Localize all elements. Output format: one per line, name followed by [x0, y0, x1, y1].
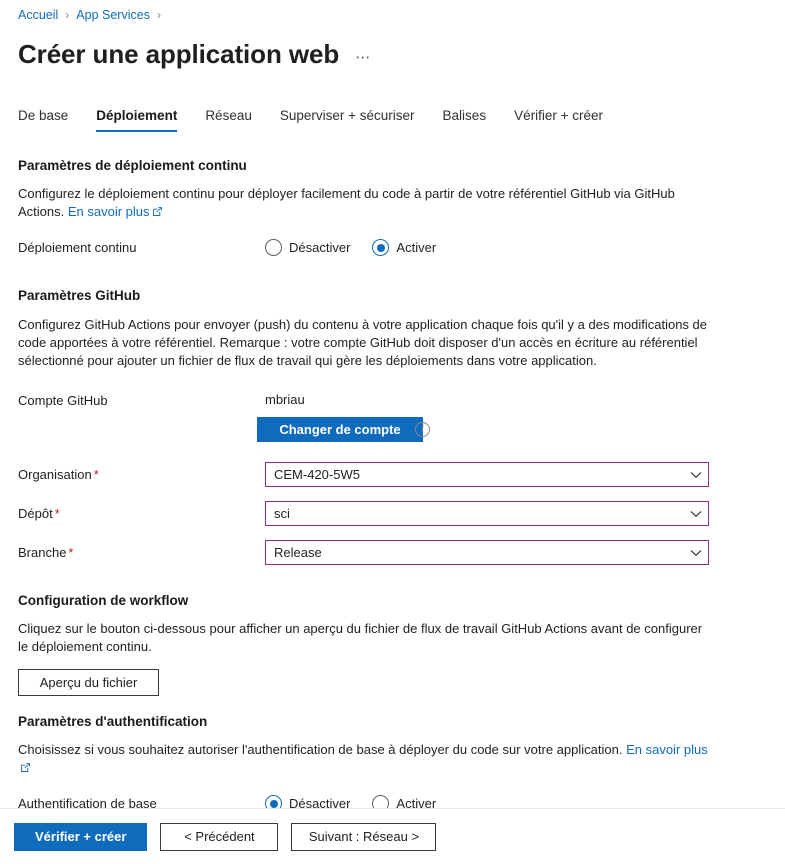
github-settings-description: Configurez GitHub Actions pour envoyer (… [18, 317, 707, 368]
description-text: Choisissez si vous souhaitez autoriser l… [18, 742, 623, 757]
next-button[interactable]: Suivant : Réseau > [291, 822, 437, 851]
depot-value: sci [274, 506, 290, 521]
radio-label: Activer [396, 240, 437, 255]
radio-cd-enable[interactable]: Activer [372, 239, 436, 256]
tab-bar: De base Déploiement Réseau Superviser + … [0, 98, 785, 132]
continuous-deployment-label: Déploiement continu [18, 240, 137, 255]
tab-label: Balises [442, 108, 487, 123]
label-text: Dépôt [18, 506, 53, 521]
github-account-row: Compte GitHub mbriau Changer de compte i [18, 392, 767, 442]
section-heading: Paramètres d'authentification [18, 714, 208, 729]
external-link-icon [152, 207, 162, 216]
required-marker: * [93, 467, 99, 482]
review-create-button[interactable]: Vérifier + créer [14, 822, 148, 851]
depot-row: Dépôt * sci [18, 501, 767, 526]
organisation-dropdown[interactable]: CEM-420-5W5 [265, 462, 709, 487]
breadcrumb-item-app-services[interactable]: App Services [76, 8, 150, 22]
tab-reseau[interactable]: Réseau [191, 108, 266, 132]
authentication-description: Choisissez si vous souhaitez autoriser l… [18, 741, 713, 777]
continuous-deployment-radio-group: Désactiver Activer [265, 239, 767, 256]
branche-field: Release [265, 540, 767, 565]
radio-mark-icon [265, 239, 282, 256]
tab-label: De base [18, 108, 69, 123]
workflow-section: Configuration de workflow Cliquez sur le… [18, 593, 767, 696]
breadcrumb-separator-icon: › [156, 8, 161, 22]
tab-label: Déploiement [96, 108, 178, 123]
radio-label: Désactiver [289, 240, 351, 255]
organisation-value: CEM-420-5W5 [274, 467, 360, 482]
section-heading: Configuration de workflow [18, 593, 189, 608]
radio-cd-disable[interactable]: Désactiver [265, 239, 350, 256]
continuous-deployment-section: Paramètres de déploiement continu Config… [18, 158, 767, 256]
github-settings-section: Paramètres GitHub Configurez GitHub Acti… [18, 288, 767, 565]
continuous-deployment-field: Désactiver Activer [265, 239, 767, 256]
continuous-deployment-description: Configurez le déploiement continu pour d… [18, 185, 713, 221]
page-title: Créer une application web [18, 39, 340, 69]
continuous-deployment-row: Déploiement continu Désactiver Activer [18, 239, 767, 256]
learn-more-link[interactable]: En savoir plus [626, 742, 708, 757]
tab-label: Réseau [205, 108, 252, 123]
tab-balises[interactable]: Balises [429, 108, 501, 132]
github-account-value: mbriau [265, 392, 305, 407]
organisation-label: Organisation * [18, 467, 265, 482]
authentication-section: Paramètres d'authentification Choisissez… [18, 714, 767, 812]
branche-label: Branche * [18, 545, 265, 560]
tab-superviser-securiser[interactable]: Superviser + sécuriser [266, 108, 429, 132]
external-link-icon [21, 763, 30, 772]
info-icon[interactable]: i [415, 422, 430, 437]
tab-verifier-creer[interactable]: Vérifier + créer [500, 108, 617, 132]
branche-dropdown[interactable]: Release [265, 540, 709, 565]
page-title-row: Créer une application web ⋯ [0, 24, 785, 74]
change-account-button[interactable]: Changer de compte [257, 417, 423, 442]
footer-action-bar: Vérifier + créer < Précédent Suivant : R… [0, 808, 785, 864]
learn-more-link[interactable]: En savoir plus [68, 204, 150, 219]
branche-row: Branche * Release [18, 540, 767, 565]
previous-button[interactable]: < Précédent [160, 822, 279, 851]
tab-deploiement[interactable]: Déploiement [82, 108, 191, 132]
organisation-field: CEM-420-5W5 [265, 462, 767, 487]
depot-field: sci [265, 501, 767, 526]
tab-label: Superviser + sécuriser [279, 108, 415, 123]
section-heading: Paramètres de déploiement continu [18, 158, 247, 173]
organisation-row: Organisation * CEM-420-5W5 [18, 462, 767, 487]
github-account-field: mbriau Changer de compte i [257, 392, 767, 442]
breadcrumb: Accueil › App Services › [0, 0, 785, 24]
chevron-down-icon [690, 471, 702, 479]
more-options-icon[interactable]: ⋯ [355, 48, 371, 66]
required-marker: * [68, 545, 74, 560]
depot-label: Dépôt * [18, 506, 265, 521]
tab-label: Vérifier + créer [514, 108, 603, 123]
breadcrumb-item-home[interactable]: Accueil [18, 8, 58, 22]
depot-dropdown[interactable]: sci [265, 501, 709, 526]
workflow-description: Cliquez sur le bouton ci-dessous pour af… [18, 621, 703, 654]
breadcrumb-separator-icon: › [65, 8, 70, 22]
chevron-down-icon [690, 510, 702, 518]
tab-de-base[interactable]: De base [18, 108, 82, 132]
label-text: Organisation [18, 467, 92, 482]
preview-file-button[interactable]: Aperçu du fichier [18, 669, 159, 696]
branche-value: Release [274, 545, 322, 560]
github-account-label: Compte GitHub [18, 393, 108, 408]
label-text: Branche [18, 545, 67, 560]
radio-mark-icon [372, 239, 390, 256]
main-content: Paramètres de déploiement continu Config… [0, 158, 785, 812]
section-heading: Paramètres GitHub [18, 288, 141, 303]
chevron-down-icon [690, 549, 702, 557]
required-marker: * [54, 506, 60, 521]
change-account-wrap: Changer de compte i [257, 417, 767, 442]
